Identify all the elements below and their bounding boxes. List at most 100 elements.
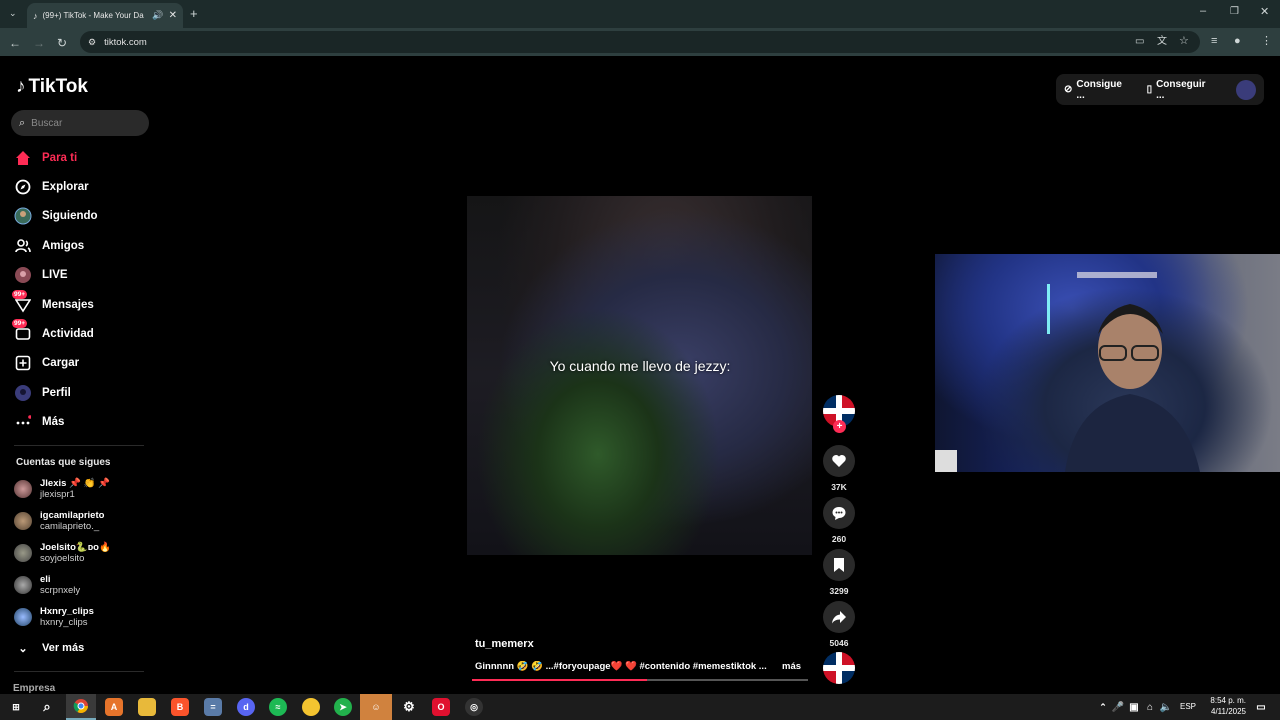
following-account[interactable]: Hxnry_clips hxnry_clips	[14, 603, 94, 631]
bookmark-star-icon[interactable]: ☆	[1179, 36, 1189, 47]
tab-search-icon[interactable]: ⌄	[9, 9, 17, 18]
nav-label: Mensajes	[42, 299, 94, 311]
avatar	[14, 608, 32, 626]
audio-playing-icon[interactable]: 🔊	[152, 10, 163, 21]
back-icon[interactable]: ←	[9, 37, 21, 49]
new-tab-icon[interactable]: +	[190, 7, 198, 20]
more-icon	[14, 413, 32, 431]
account-handle: jlexispr1	[40, 489, 75, 500]
file-explorer-icon[interactable]	[138, 698, 156, 716]
profile-icon	[14, 384, 32, 402]
comment-button[interactable]	[823, 497, 855, 529]
get-coins-label: Consigue ...	[1076, 78, 1122, 101]
chrome-taskbar-icon[interactable]	[66, 694, 96, 720]
brave-icon[interactable]: B	[171, 698, 189, 716]
clock-time: 8:54 p. m.	[1210, 696, 1246, 705]
windows-start-icon[interactable]: ⊞	[7, 698, 25, 716]
video-description: Ginnnnn 🤣 🤣 ...#foryoupage❤️ ❤️ #conteni…	[475, 661, 767, 672]
taskbar-search-icon[interactable]: ⌕	[38, 698, 56, 716]
window-close-icon[interactable]: ✕	[1260, 7, 1269, 18]
nav-item-para-ti[interactable]: Para ti	[14, 147, 77, 169]
site-info-icon[interactable]: ⚙	[88, 37, 96, 48]
sound-avatar[interactable]	[823, 652, 855, 684]
spotify-icon[interactable]: ≈	[269, 698, 287, 716]
video-progress-fill	[472, 679, 647, 681]
share-icon	[832, 611, 846, 624]
nav-item-amigos[interactable]: Amigos	[14, 235, 84, 257]
nav-item-perfil[interactable]: Perfil	[14, 382, 71, 404]
restore-icon[interactable]: ❐	[1230, 7, 1239, 17]
account-name: eli	[40, 574, 51, 585]
browser-tab[interactable]: ♪ (99+) TikTok - Make Your Da 🔊 ✕	[27, 3, 183, 28]
avatar	[14, 480, 32, 498]
user-avatar[interactable]	[1236, 79, 1256, 100]
nav-label: Amigos	[42, 240, 85, 252]
video-author[interactable]: tu_memerx	[475, 638, 534, 650]
video-progress-bar[interactable]	[472, 679, 808, 681]
reload-icon[interactable]: ↻	[57, 37, 67, 49]
get-app-button[interactable]: ▯ Conseguir ...	[1147, 79, 1217, 101]
obs-icon[interactable]: ◎	[465, 698, 483, 716]
media-control-icon[interactable]: ≡	[1211, 36, 1217, 47]
notifications-icon[interactable]: ▭	[1252, 698, 1270, 716]
avatar	[14, 544, 32, 562]
coin-icon: ⊘	[1064, 84, 1073, 95]
calculator-icon[interactable]: =	[204, 698, 222, 716]
nav-item-actividad[interactable]: 99+ Actividad	[12, 319, 94, 345]
avatar	[14, 512, 32, 530]
following-icon	[14, 207, 32, 225]
nav-item-cargar[interactable]: Cargar	[14, 352, 79, 374]
browser-menu-icon[interactable]: ⋮	[1261, 36, 1272, 47]
cast-icon[interactable]: ▭	[1135, 37, 1144, 47]
video-player[interactable]	[467, 196, 812, 555]
nav-item-siguiendo[interactable]: Siguiendo	[14, 205, 98, 227]
nav-item-live[interactable]: LIVE	[14, 264, 68, 286]
nav-item-mensajes[interactable]: 99+ Mensajes	[12, 290, 94, 316]
tab-title: (99+) TikTok - Make Your Da	[42, 11, 144, 20]
save-button[interactable]	[823, 549, 855, 581]
chevron-down-icon: ⌄	[18, 642, 28, 655]
following-account[interactable]: igcamilaprieto camilaprieto._	[14, 507, 104, 535]
follow-plus-icon[interactable]: +	[833, 420, 846, 433]
settings-icon[interactable]: ⚙	[400, 698, 418, 716]
webcam-overlay	[935, 254, 1280, 472]
search-input[interactable]: ⌕ Buscar	[11, 110, 149, 136]
nav-item-mas[interactable]: Más	[14, 411, 64, 433]
see-more-label: Ver más	[42, 642, 85, 654]
see-more-button[interactable]: ⌄ Ver más	[14, 637, 84, 659]
minimize-icon[interactable]: –	[1200, 6, 1206, 17]
more-button[interactable]: más	[782, 661, 801, 672]
following-account[interactable]: Joelsito🐍ᴅᴏ🔥 soyjoelsito	[14, 539, 111, 567]
app-green-icon[interactable]: ➤	[334, 698, 352, 716]
activity-badge: 99+	[12, 319, 28, 328]
app-orange-icon[interactable]: ☺	[360, 694, 392, 720]
nav-label: LIVE	[42, 269, 68, 281]
opera-icon[interactable]: O	[432, 698, 450, 716]
nav-item-explorar[interactable]: Explorar	[14, 176, 89, 198]
app-taskbar-icon[interactable]: A	[105, 698, 123, 716]
address-bar[interactable]: ⚙ tiktok.com	[80, 31, 1200, 53]
tiktok-logo[interactable]: ♪ TikTok	[16, 76, 88, 98]
forward-icon[interactable]: →	[33, 37, 45, 49]
translate-icon[interactable]: 文	[1157, 37, 1167, 47]
activity-icon: 99+	[12, 319, 32, 343]
share-button[interactable]	[823, 601, 855, 633]
following-account[interactable]: eli scrpnxely	[14, 571, 80, 599]
following-account[interactable]: Jlexis 📌 👏 📌 jlexispr1	[14, 475, 110, 503]
like-button[interactable]	[823, 445, 855, 477]
video-caption: Yo cuando me llevo de jezzy:	[549, 358, 731, 374]
system-clock[interactable]: 8:54 p. m. 4/11/2025	[1196, 695, 1246, 717]
upload-icon	[14, 354, 32, 372]
tab-close-icon[interactable]: ✕	[169, 10, 177, 21]
account-name: igcamilaprieto	[40, 510, 105, 521]
search-icon: ⌕	[19, 116, 26, 129]
footer-company-link[interactable]: Empresa	[13, 683, 55, 694]
following-section-title: Cuentas que sigues	[16, 457, 111, 468]
get-coins-button[interactable]: ⊘ Consigue ...	[1064, 79, 1133, 101]
volume-icon[interactable]: 🔈	[1157, 698, 1175, 716]
app-yellow-icon[interactable]	[302, 698, 320, 716]
profile-avatar-icon[interactable]: ●	[1234, 36, 1241, 47]
messages-badge: 99+	[12, 290, 28, 299]
language-indicator[interactable]: ESP	[1180, 702, 1196, 711]
discord-icon[interactable]: d	[237, 698, 255, 716]
